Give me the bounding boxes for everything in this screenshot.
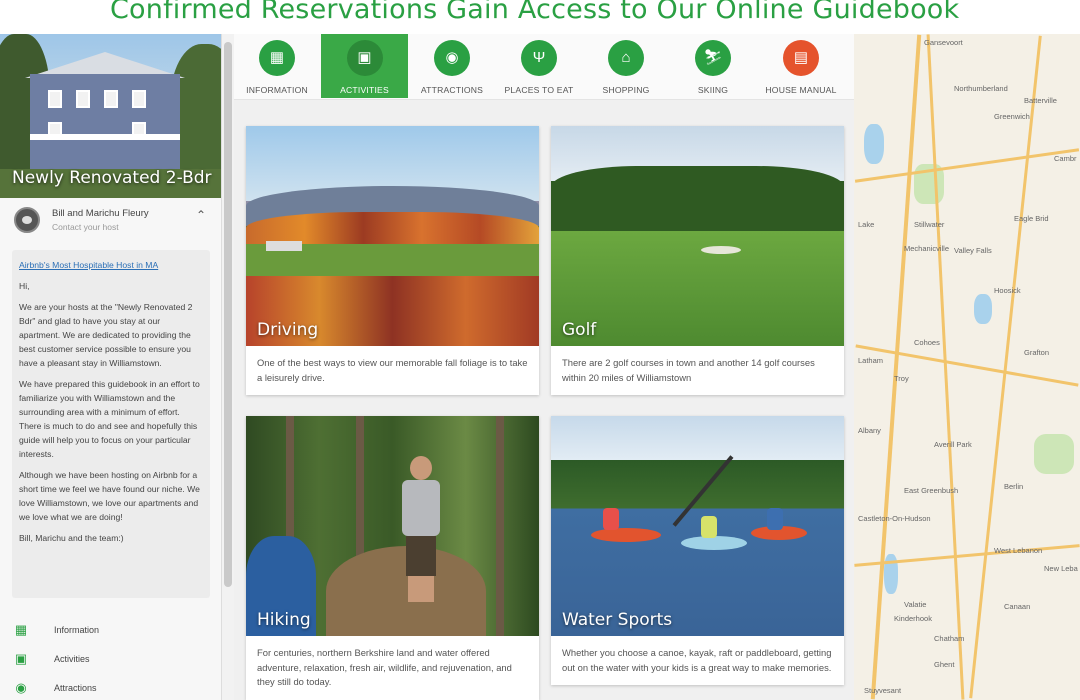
- card-title: Hiking: [257, 610, 311, 630]
- tab-activities[interactable]: ▣ ACTIVITIES: [321, 34, 408, 98]
- utensils-icon: Ψ: [521, 40, 557, 76]
- card-description: Whether you choose a canoe, kayak, raft …: [562, 647, 832, 673]
- map-town-label: Averill Park: [934, 440, 972, 449]
- activity-card-golf[interactable]: Golf There are 2 golf courses in town an…: [551, 126, 844, 395]
- map-town-label: Valley Falls: [954, 246, 992, 255]
- contact-host-label: Contact your host: [52, 222, 119, 232]
- category-tabs: ▦ INFORMATION ▣ ACTIVITIES ◉ ATTRACTIONS…: [234, 34, 854, 100]
- tab-label: ACTIVITIES: [340, 85, 389, 95]
- activity-card-hiking[interactable]: Hiking For centuries, northern Berkshire…: [246, 416, 539, 700]
- map-town-label: Chatham: [934, 634, 965, 643]
- map-town-label: Berlin: [1004, 482, 1024, 491]
- tab-information[interactable]: ▦ INFORMATION: [234, 34, 320, 98]
- sidebar-item-attractions[interactable]: ◉ Attractions: [0, 674, 221, 700]
- card-image: Driving: [246, 126, 539, 346]
- sidebar: Newly Renovated 2-Bdr Bill and Marichu F…: [0, 34, 222, 700]
- camera-icon: ◉: [434, 40, 470, 76]
- map-town-label: Cambr: [1054, 154, 1077, 163]
- map-town-label: Troy: [894, 374, 909, 383]
- map-town-label: East Greenbush: [904, 486, 959, 495]
- activities-content: Driving One of the best ways to view our…: [234, 100, 854, 700]
- map-town-label: Eagle Brid: [1014, 214, 1049, 223]
- ticket-icon: ▣: [14, 651, 28, 666]
- host-name: Bill and Marichu Fleury: [52, 208, 149, 219]
- tab-attractions[interactable]: ◉ ATTRACTIONS: [409, 34, 495, 98]
- map-town-label: Batterville: [1024, 96, 1057, 105]
- sidebar-item-label: Information: [54, 625, 100, 635]
- map-town-label: West Lebanon: [994, 546, 1043, 555]
- map-town-label: Valatie: [904, 600, 927, 609]
- map-town-label: Canaan: [1004, 602, 1031, 611]
- map-town-label: Greenwich: [994, 112, 1030, 121]
- host-link[interactable]: Airbnb's Most Hospitable Host in MA: [19, 258, 203, 272]
- map-town-label: Ghent: [934, 660, 955, 669]
- map-town-label: Stillwater: [914, 220, 945, 229]
- host-contact[interactable]: Bill and Marichu Fleury Contact your hos…: [0, 198, 221, 240]
- activity-card-driving[interactable]: Driving One of the best ways to view our…: [246, 126, 539, 395]
- card-description: For centuries, northern Berkshire land a…: [257, 647, 512, 687]
- grid-icon: ▦: [14, 622, 28, 637]
- map-town-label: New Leba: [1044, 564, 1078, 573]
- sidebar-item-activities[interactable]: ▣ Activities: [0, 645, 221, 674]
- map-town-label: Grafton: [1024, 348, 1050, 357]
- banner: Confirmed Reservations Gain Access to Ou…: [0, 0, 1080, 34]
- tab-label: INFORMATION: [246, 85, 308, 95]
- tab-label: SKIING: [697, 85, 729, 95]
- book-icon: ▤: [783, 40, 819, 76]
- map-town-label: Lake: [858, 220, 875, 229]
- map-town-label: Albany: [858, 426, 881, 435]
- card-image: Water Sports: [551, 416, 844, 636]
- card-title: Water Sports: [562, 610, 673, 630]
- message-paragraph: We have prepared this guidebook in an ef…: [19, 379, 200, 459]
- map-town-label: Stuyvesant: [864, 686, 902, 695]
- card-title: Driving: [257, 320, 319, 340]
- message-paragraph: We are your hosts at the "Newly Renovate…: [19, 302, 193, 368]
- card-image: Golf: [551, 126, 844, 346]
- chevron-up-icon[interactable]: ⌃: [196, 208, 206, 222]
- host-message: Airbnb's Most Hospitable Host in MA Hi, …: [12, 250, 210, 598]
- tab-skiing[interactable]: ⛷ SKIING: [670, 34, 756, 98]
- grid-icon: ▦: [259, 40, 295, 76]
- map-town-label: Gansevoort: [924, 38, 963, 47]
- basket-icon: ⌂: [608, 40, 644, 76]
- map-town-label: Northumberland: [954, 84, 1008, 93]
- tab-shopping[interactable]: ⌂ SHOPPING: [583, 34, 669, 98]
- card-image: Hiking: [246, 416, 539, 636]
- message-paragraph: Bill, Marichu and the team:): [19, 533, 124, 543]
- sidebar-item-information[interactable]: ▦ Information: [0, 616, 221, 645]
- card-description: There are 2 golf courses in town and ano…: [562, 357, 815, 383]
- scrollbar-thumb[interactable]: [224, 42, 232, 587]
- listing-hero-image: Newly Renovated 2-Bdr: [0, 34, 221, 198]
- tab-places-to-eat[interactable]: Ψ PLACES TO EAT: [496, 34, 582, 98]
- avatar: [14, 207, 40, 233]
- tab-label: ATTRACTIONS: [420, 85, 484, 95]
- map-town-label: Hoosick: [994, 286, 1021, 295]
- card-title: Golf: [562, 320, 597, 340]
- banner-title: Confirmed Reservations Gain Access to Ou…: [110, 0, 960, 25]
- tab-house-manual[interactable]: ▤ HOUSE MANUAL: [757, 34, 845, 98]
- map-town-label: Latham: [858, 356, 884, 365]
- message-paragraph: Hi,: [19, 281, 30, 291]
- tab-label: PLACES TO EAT: [504, 85, 574, 95]
- skier-icon: ⛷: [695, 40, 731, 76]
- card-description: One of the best ways to view our memorab…: [257, 357, 528, 383]
- tab-label: SHOPPING: [602, 85, 650, 95]
- camera-icon: ◉: [15, 680, 27, 695]
- tab-label: HOUSE MANUAL: [765, 85, 837, 95]
- map-town-label: Castleton-On-Hudson: [858, 514, 931, 523]
- map-town-label: Mechanicville: [904, 244, 950, 253]
- sidebar-scrollbar[interactable]: [222, 34, 234, 700]
- map-town-label: Cohoes: [914, 338, 940, 347]
- ticket-icon: ▣: [346, 40, 383, 76]
- sidebar-nav: ▦ Information ▣ Activities ◉ Attractions: [0, 616, 221, 700]
- area-map[interactable]: Gansevoort Northumberland Batterville Green…: [854, 34, 1080, 700]
- message-paragraph: Although we have been hosting on Airbnb …: [19, 470, 200, 522]
- map-town-label: Kinderhook: [894, 614, 932, 623]
- activity-card-water-sports[interactable]: Water Sports Whether you choose a canoe,…: [551, 416, 844, 685]
- sidebar-item-label: Attractions: [54, 683, 97, 693]
- sidebar-item-label: Activities: [54, 654, 90, 664]
- listing-title: Newly Renovated 2-Bdr: [12, 168, 212, 188]
